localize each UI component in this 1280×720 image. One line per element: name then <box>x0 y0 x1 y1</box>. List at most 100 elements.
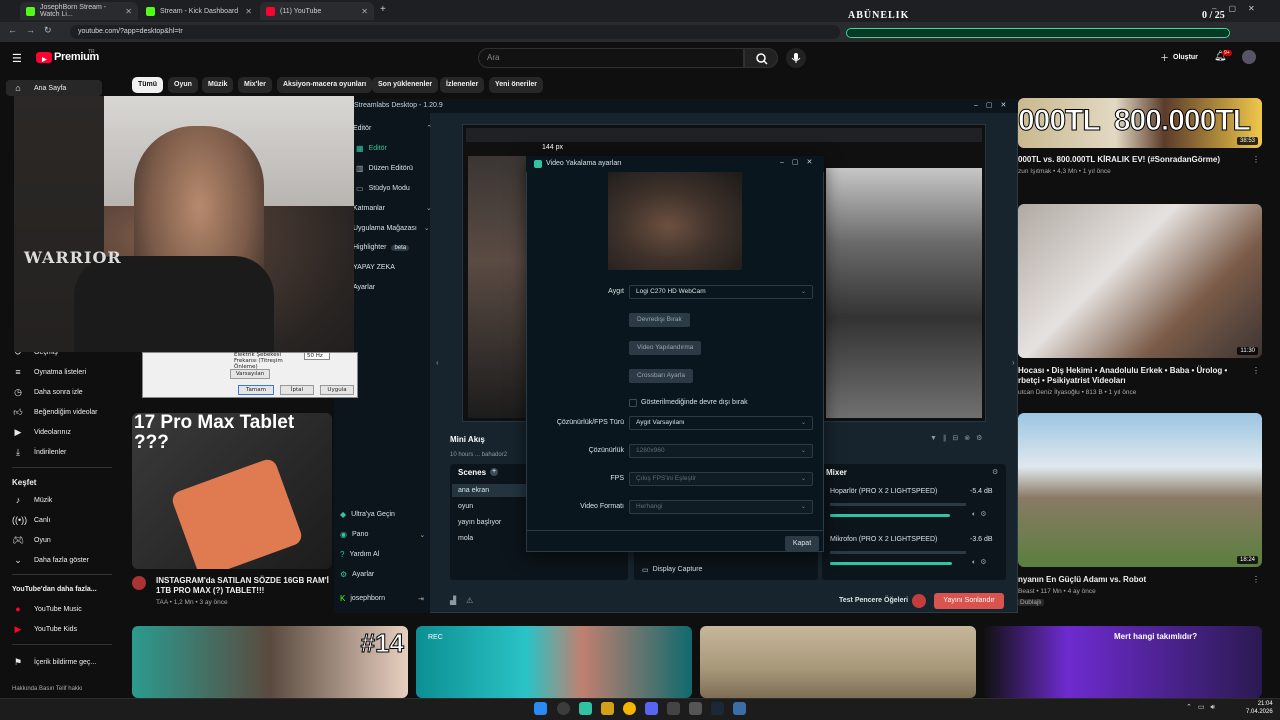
youtube-logo-icon[interactable] <box>36 52 52 63</box>
sidebar-item-report[interactable]: ⚑ İçerik bildirme geç... <box>12 655 96 669</box>
volume-slider[interactable] <box>830 562 952 565</box>
gear-icon[interactable]: ⚙ <box>992 468 998 476</box>
nav-section-themes[interactable]: Katmanlar ⌄ <box>353 204 432 213</box>
streamlabs-icon[interactable] <box>579 702 592 715</box>
nav-item-studio-mode[interactable]: ▭ Stüdyo Modu <box>356 184 410 193</box>
nav-account[interactable]: Kjosephborn ⇥ <box>340 594 424 603</box>
tab-kick-dashboard[interactable]: Stream - Kick Dashboard ✕ <box>140 2 258 20</box>
search-icon[interactable] <box>557 702 570 715</box>
chip-action-games[interactable]: Aksiyon-macera oyunları <box>277 77 373 93</box>
start-icon[interactable] <box>534 702 547 715</box>
video-thumbnail[interactable]: #14 <box>132 626 408 698</box>
new-tab-button[interactable]: + <box>380 4 386 15</box>
video-thumbnail[interactable] <box>700 626 976 698</box>
video-title[interactable]: INSTAGRAM'da SATILAN SÖZDE 16GB RAM'İ 1T… <box>156 576 334 596</box>
chip-recent[interactable]: Son yüklenenler <box>372 77 439 93</box>
nav-item-settings[interactable]: Ayarlar <box>353 284 375 291</box>
end-stream-button[interactable]: Yayını Sonlandır <box>934 593 1004 609</box>
scene-item[interactable]: oyun <box>458 503 473 510</box>
nav-settings[interactable]: ⚙ Ayarlar <box>340 570 374 579</box>
video-title[interactable]: Hocası • Diş Hekimi • Anadolulu Erkek • … <box>1018 366 1248 386</box>
device-select[interactable]: Logi C270 HD WebCam ⌄ <box>629 285 813 299</box>
sidebar-item-home[interactable]: ⌂ Ana Sayfa <box>6 80 102 96</box>
source-item[interactable]: ▭ Display Capture <box>642 566 702 574</box>
back-icon[interactable]: ← <box>8 25 17 35</box>
video-thumbnail[interactable]: 11:30 <box>1018 204 1262 358</box>
more-options-icon[interactable]: ⋮ <box>1252 155 1260 164</box>
scene-item[interactable]: mola <box>458 535 473 542</box>
chip-new-suggestions[interactable]: Yeni öneriler <box>489 77 544 93</box>
video-thumbnail[interactable]: 18:24 <box>1018 413 1262 567</box>
add-scene-button[interactable]: + <box>490 468 498 476</box>
app-icon[interactable] <box>733 702 746 715</box>
sidebar-item-downloads[interactable]: ⤓ İndirilenler <box>12 445 66 459</box>
window-controls[interactable]: –▢✕ <box>974 101 1014 109</box>
taskbar-clock[interactable]: 21:04 7.04.2026 <box>1246 700 1273 716</box>
defaults-button[interactable]: Varsayılan <box>230 369 270 379</box>
volume-slider[interactable] <box>830 514 950 517</box>
video-thumbnail[interactable]: Mert hangi takımlıdır? <box>984 626 1262 698</box>
disable-button[interactable]: Devredışı Bırak <box>629 313 690 327</box>
search-input[interactable]: Ara <box>478 48 744 68</box>
voice-search-button[interactable] <box>786 48 806 68</box>
close-icon[interactable]: ✕ <box>361 7 368 16</box>
powerline-select[interactable]: 50 Hz <box>304 352 330 360</box>
sidebar-item-music[interactable]: ♪ Müzik <box>12 493 53 507</box>
app-icon[interactable] <box>689 702 702 715</box>
nav-item-highlighter[interactable]: Highlighter beta <box>353 244 410 251</box>
chip-watched[interactable]: İzlenenler <box>440 77 485 93</box>
search-button[interactable] <box>744 48 778 68</box>
chip-music[interactable]: Müzik <box>202 77 234 93</box>
video-thumbnail[interactable]: REC <box>416 626 692 698</box>
video-format-select[interactable]: Herhangi ⌄ <box>629 500 813 514</box>
feed-controls[interactable]: ▼∥⊟⊗⚙ <box>930 434 988 442</box>
video-title[interactable]: 000TL vs. 800.000TL KİRALIK EV! (#Sonrad… <box>1018 155 1248 165</box>
record-button[interactable] <box>912 594 926 608</box>
sidebar-item-gaming[interactable]: 🎮︎ Oyun <box>12 533 50 547</box>
url-field[interactable]: youtube.com/?app=desktop&hl=tr <box>70 25 840 39</box>
sidebar-item-your-videos[interactable]: ▶ Videolarınız <box>12 425 71 439</box>
chevron-left-icon[interactable]: ‹ <box>436 358 439 367</box>
resolution-select[interactable]: 1280x960 ⌄ <box>629 444 813 458</box>
sidebar-item-playlists[interactable]: ≡ Oynatma listeleri <box>12 365 86 379</box>
performance-icon[interactable]: ▟⚠ <box>450 596 483 605</box>
close-button[interactable]: Kapat <box>785 536 819 551</box>
configure-crossbar-button[interactable]: Crossbarı Ayarla <box>629 369 693 383</box>
tab-kick-stream[interactable]: JosephBorn Stream - Watch Li... ✕ <box>20 2 138 20</box>
apply-button[interactable]: Uygula <box>320 385 354 395</box>
menu-icon[interactable]: ☰ <box>12 52 22 65</box>
footer-links[interactable]: Hakkında Basın Telif hakkı <box>12 686 83 692</box>
sidebar-item-live[interactable]: ((•)) Canlı <box>12 513 50 527</box>
tab-youtube[interactable]: (11) YouTube ✕ <box>260 2 374 20</box>
nav-section-editor[interactable]: Editör ⌃ <box>353 124 432 133</box>
test-widgets-label[interactable]: Test Pencere Öğeleri <box>839 597 908 604</box>
nav-item-ai[interactable]: YAPAY ZEKA <box>353 264 395 271</box>
channel-avatar[interactable] <box>132 576 146 590</box>
chrome-icon[interactable] <box>623 702 636 715</box>
close-icon[interactable]: ✕ <box>125 7 132 16</box>
nav-item-editor[interactable]: ▦ Editör <box>356 144 387 153</box>
cancel-button[interactable]: İptal <box>280 385 314 395</box>
avatar[interactable] <box>1242 50 1256 64</box>
hide-disable-checkbox[interactable] <box>629 399 637 407</box>
sidebar-item-show-more[interactable]: ⌄ Daha fazla göster <box>12 553 89 567</box>
forward-icon[interactable]: → <box>26 25 35 35</box>
more-options-icon[interactable]: ⋮ <box>1252 575 1260 584</box>
chevron-right-icon[interactable]: › <box>1012 358 1015 367</box>
sidebar-item-yt-kids[interactable]: ▶ YouTube Kids <box>12 622 78 636</box>
steam-icon[interactable] <box>711 702 724 715</box>
system-tray-icons[interactable]: ⌃▭🔊︎ <box>1186 703 1221 712</box>
app-icon[interactable] <box>667 702 680 715</box>
video-title[interactable]: nyanın En Güçlü Adamı vs. Robot <box>1018 575 1248 585</box>
ok-button[interactable]: Tamam <box>238 385 274 395</box>
sidebar-item-watch-later[interactable]: ◷ Daha sonra izle <box>12 385 83 399</box>
nav-help[interactable]: ? Yardım Al <box>340 550 379 559</box>
nav-item-app-store[interactable]: Uygulama Mağazası ⌄ <box>353 224 430 233</box>
folder-icon[interactable] <box>601 702 614 715</box>
mute-icon[interactable]: 🔈︎⚙ <box>972 558 990 567</box>
dialog-window-controls[interactable]: –▢✕ <box>780 158 820 166</box>
nav-ultra[interactable]: ◆ Ultra'ya Geçin <box>340 510 395 519</box>
nav-item-layout-editor[interactable]: ▥ Düzen Editörü <box>356 164 413 173</box>
res-type-select[interactable]: Aygıt Varsayılanı ⌄ <box>629 416 813 430</box>
nav-dashboard[interactable]: ◉ Pano ⌄ <box>340 530 425 539</box>
